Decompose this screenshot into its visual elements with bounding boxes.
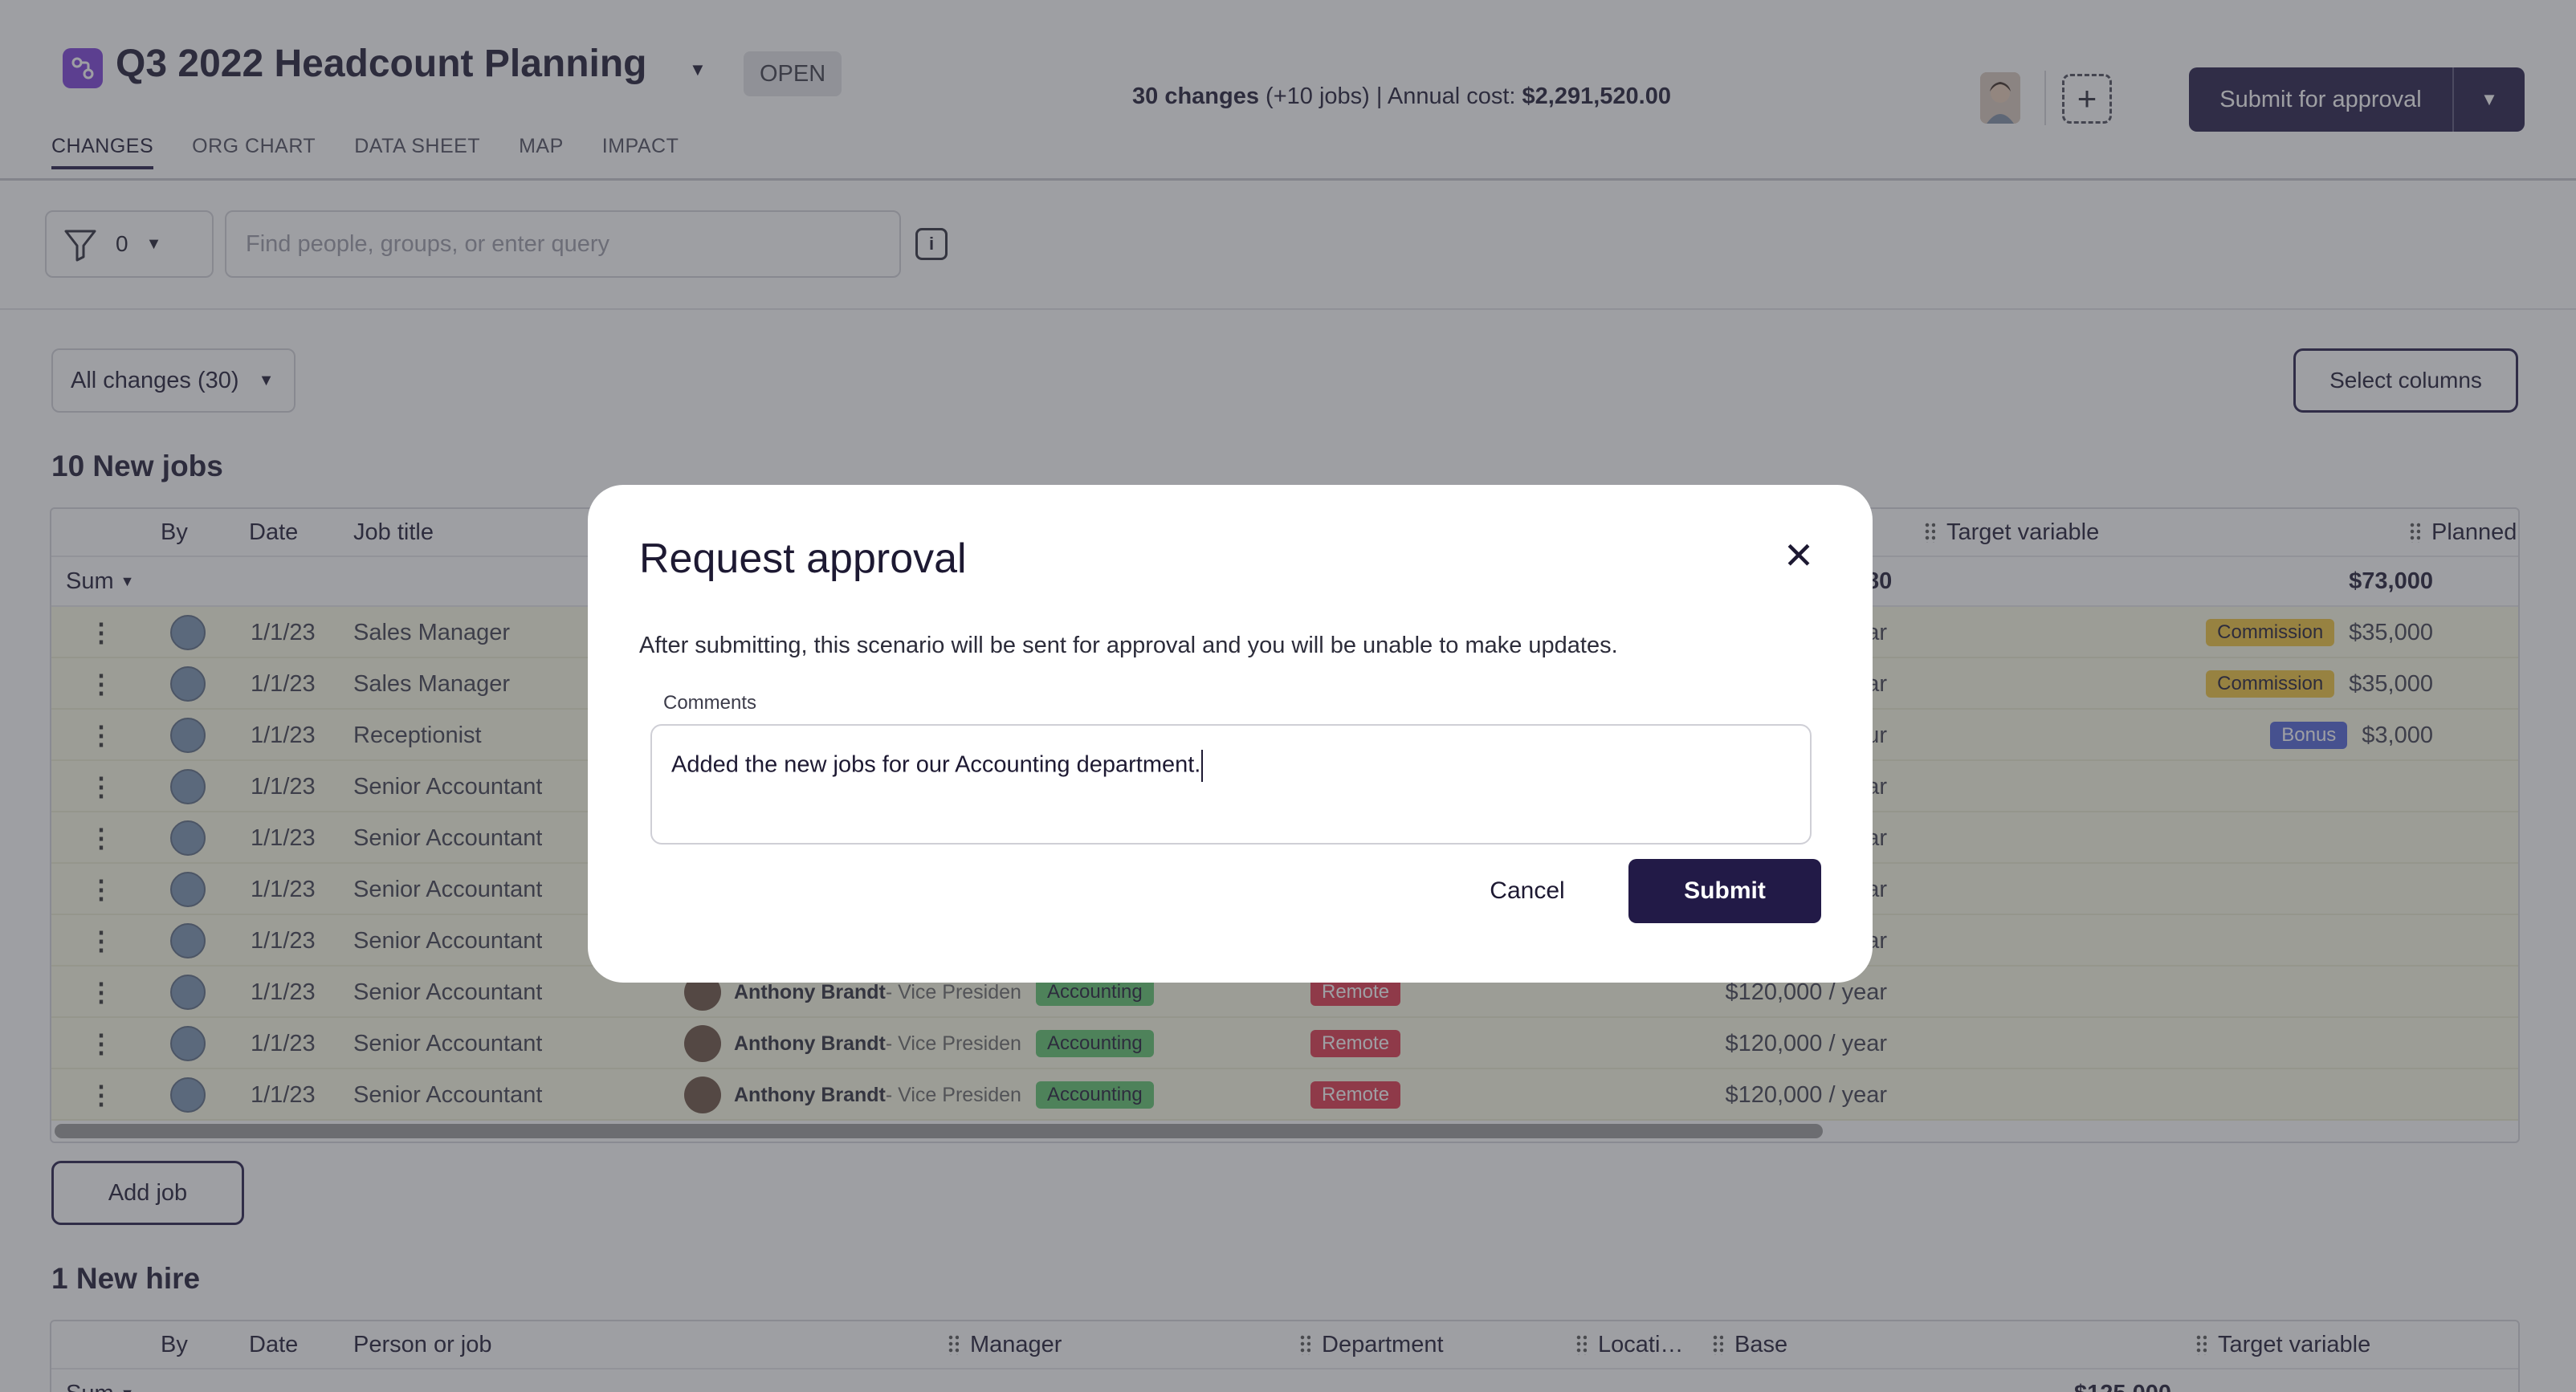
submit-button[interactable]: Submit (1628, 859, 1821, 923)
modal-description: After submitting, this scenario will be … (639, 633, 1618, 658)
cancel-button[interactable]: Cancel (1463, 859, 1592, 923)
modal-title: Request approval (639, 535, 967, 582)
page: Q3 2022 Headcount Planning ▼ OPEN 30 cha… (0, 0, 2576, 1392)
comments-textarea[interactable]: Added the new jobs for our Accounting de… (650, 724, 1812, 845)
close-icon[interactable]: ✕ (1781, 535, 1816, 576)
text-cursor (1201, 750, 1204, 782)
request-approval-modal: Request approval ✕ After submitting, thi… (588, 485, 1873, 983)
comments-label: Comments (663, 692, 757, 714)
